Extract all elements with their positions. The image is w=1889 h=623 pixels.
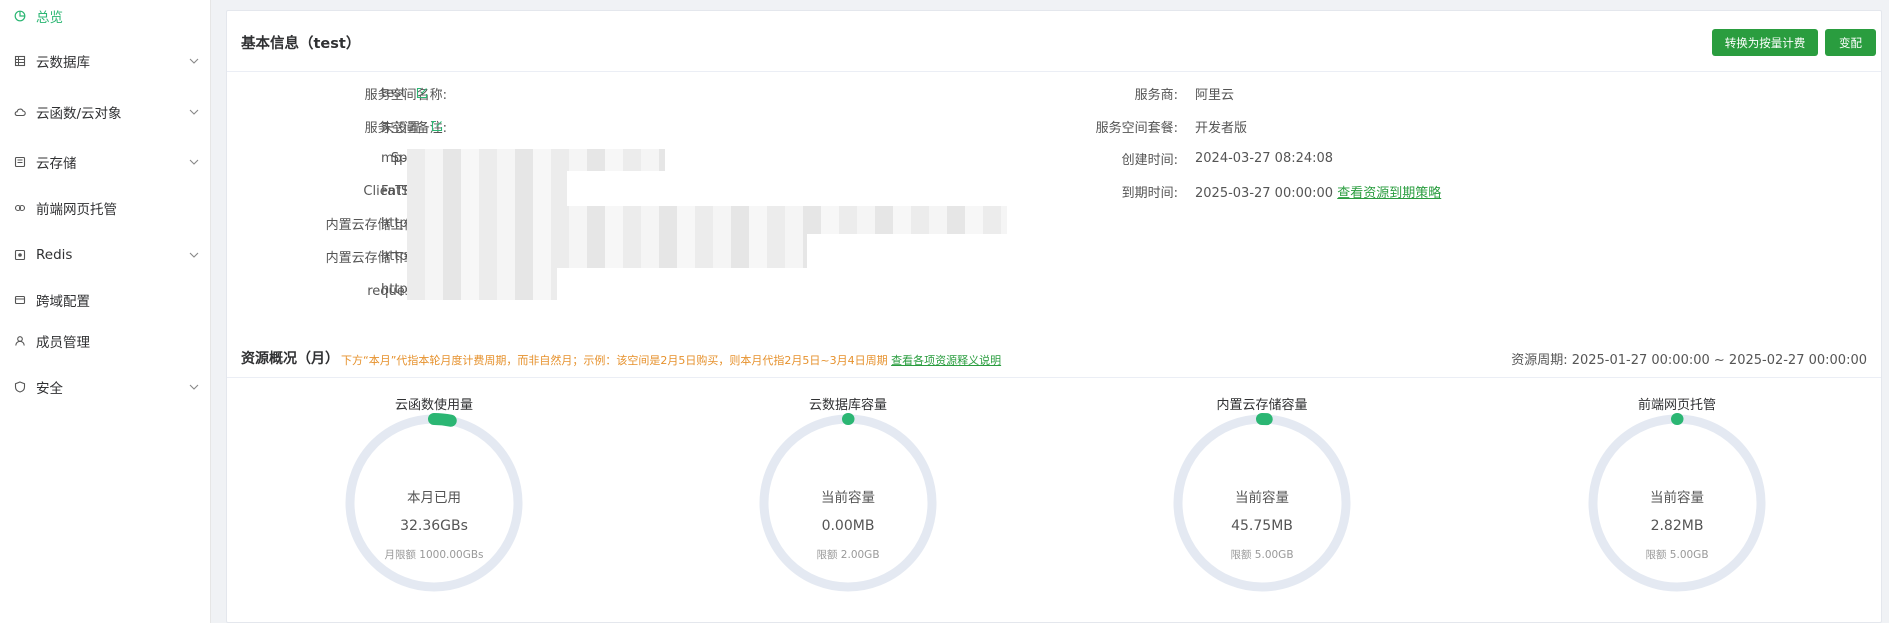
- resources-header: 资源概况（月） 下方“本月”代指本轮月度计费周期，而非自然月；示例：该空间是2月…: [227, 331, 1881, 378]
- gauge-value: 2.82MB: [1650, 518, 1704, 534]
- gauge-limit: 限额 5.00GB: [1645, 549, 1709, 561]
- gauge-web-hosting: 前端网页托管 当前容量 2.82MB 限额 5.00GB: [1577, 394, 1777, 623]
- chevron-down-icon: [188, 156, 200, 168]
- gauge-database: 云数据库容量 当前容量 0.00MB 限额 2.00GB: [748, 394, 948, 623]
- sidebar-item-label: 跨域配置: [36, 294, 90, 310]
- member-icon: [14, 335, 26, 347]
- sidebar-item-database[interactable]: 云数据库: [0, 43, 210, 79]
- redacted-block: [407, 206, 1007, 234]
- gauge-label: 本月已用: [407, 490, 461, 506]
- sidebar-item-label: Redis: [36, 247, 73, 263]
- info-value: 2024-03-27 08:24:08: [1195, 150, 1334, 166]
- redacted-block: [407, 149, 665, 171]
- gauge-title: 前端网页托管: [1637, 398, 1716, 413]
- gauge-limit: 月限额 1000.00GBs: [384, 549, 484, 561]
- info-key: 到期时间:: [1121, 185, 1178, 201]
- expire-policy-link[interactable]: 查看资源到期策略: [1337, 186, 1441, 201]
- storage-icon: [14, 156, 26, 168]
- gauge-label: 当前容量: [1650, 490, 1704, 506]
- basic-info-header: 基本信息（test） 转换为按量计费 变配: [227, 11, 1881, 72]
- info-value: 阿里云: [1195, 87, 1235, 103]
- sidebar-item-redis[interactable]: Redis: [0, 237, 210, 273]
- redis-icon: [14, 249, 26, 261]
- chevron-down-icon: [188, 249, 200, 261]
- sidebar-item-label: 成员管理: [36, 335, 90, 351]
- info-key: 创建时间:: [1121, 152, 1178, 168]
- resources-note-text: 下方“本月”代指本轮月度计费周期，而非自然月；示例：该空间是2月5日购买，则本月…: [341, 354, 888, 367]
- gauge-title: 云函数使用量: [394, 398, 473, 413]
- sidebar-item-security[interactable]: 安全: [0, 369, 210, 405]
- sidebar: 总览 云数据库 云函数/云对象 云存储 前端网页托管 Redis 跨域配置 成员…: [0, 0, 211, 623]
- info-value: 开发者版: [1195, 120, 1248, 136]
- hosting-icon: [14, 202, 26, 214]
- info-value: mp-: [381, 150, 407, 166]
- expire-time-value: 2025-03-27 00:00:00: [1195, 185, 1334, 201]
- sidebar-item-web-hosting[interactable]: 前端网页托管: [0, 190, 210, 226]
- database-icon: [14, 55, 26, 67]
- resources-title: 资源概况（月）: [241, 351, 339, 367]
- chevron-down-icon: [188, 106, 200, 118]
- main-panel: 基本信息（test） 转换为按量计费 变配 服务空间名称: test 服务空间备…: [226, 10, 1882, 623]
- info-value: test: [381, 85, 406, 101]
- redacted-block: [407, 234, 807, 268]
- info-key: 服务空间套餐:: [1095, 120, 1178, 136]
- gauge-label: 当前容量: [1235, 490, 1289, 506]
- change-plan-button[interactable]: 变配: [1825, 29, 1876, 56]
- overview-icon: [14, 10, 26, 22]
- sidebar-item-label: 云存储: [36, 156, 77, 172]
- gauge-limit: 限额 2.00GB: [816, 549, 880, 561]
- resources-note: 下方“本月”代指本轮月度计费周期，而非自然月；示例：该空间是2月5日购买，则本月…: [341, 352, 1001, 368]
- info-key: 服务商:: [1134, 87, 1178, 103]
- sidebar-item-label: 云函数/云对象: [36, 106, 122, 122]
- edit-icon[interactable]: [416, 87, 428, 99]
- info-value: 未设置: [381, 120, 421, 136]
- info-value: 2025-03-27 00:00:00 查看资源到期策略: [1195, 182, 1441, 201]
- convert-billing-button[interactable]: 转换为按量计费: [1712, 29, 1818, 56]
- cloud-icon: [14, 106, 26, 118]
- basic-info-title: 基本信息（test）: [241, 36, 361, 52]
- gauge-title: 云数据库容量: [808, 398, 887, 413]
- shield-icon: [14, 381, 26, 393]
- sidebar-item-label: 总览: [36, 10, 63, 26]
- cors-icon: [14, 294, 26, 306]
- gauge-value: 32.36GBs: [400, 518, 468, 534]
- gauge-limit: 限额 5.00GB: [1230, 549, 1294, 561]
- gauge-storage: 内置云存储容量 当前容量 45.75MB 限额 5.00GB: [1162, 394, 1362, 623]
- resources-explain-link[interactable]: 查看各项资源释义说明: [891, 354, 1001, 367]
- chevron-down-icon: [188, 55, 200, 67]
- gauge-value: 45.75MB: [1231, 518, 1293, 534]
- sidebar-item-cors[interactable]: 跨域配置: [0, 282, 210, 318]
- sidebar-item-label: 前端网页托管: [36, 202, 117, 218]
- chevron-down-icon: [188, 381, 200, 393]
- resources-period: 资源周期: 2025-01-27 00:00:00 ~ 2025-02-27 0…: [1511, 353, 1867, 368]
- info-key: 服务空间名称:: [364, 87, 447, 103]
- gauge-title: 内置云存储容量: [1216, 398, 1308, 413]
- edit-icon[interactable]: [431, 120, 443, 132]
- sidebar-item-members[interactable]: 成员管理: [0, 323, 210, 359]
- sidebar-item-cloud-functions[interactable]: 云函数/云对象: [0, 94, 210, 130]
- gauge-value: 0.00MB: [821, 518, 875, 534]
- sidebar-item-label: 安全: [36, 381, 63, 397]
- sidebar-item-storage[interactable]: 云存储: [0, 144, 210, 180]
- sidebar-item-label: 云数据库: [36, 55, 90, 71]
- gauge-cloud-function: 云函数使用量 本月已用 32.36GBs 月限额 1000.00GBs: [334, 394, 534, 623]
- sidebar-item-overview[interactable]: 总览: [0, 0, 210, 34]
- gauge-label: 当前容量: [821, 490, 875, 506]
- redacted-block: [407, 268, 557, 300]
